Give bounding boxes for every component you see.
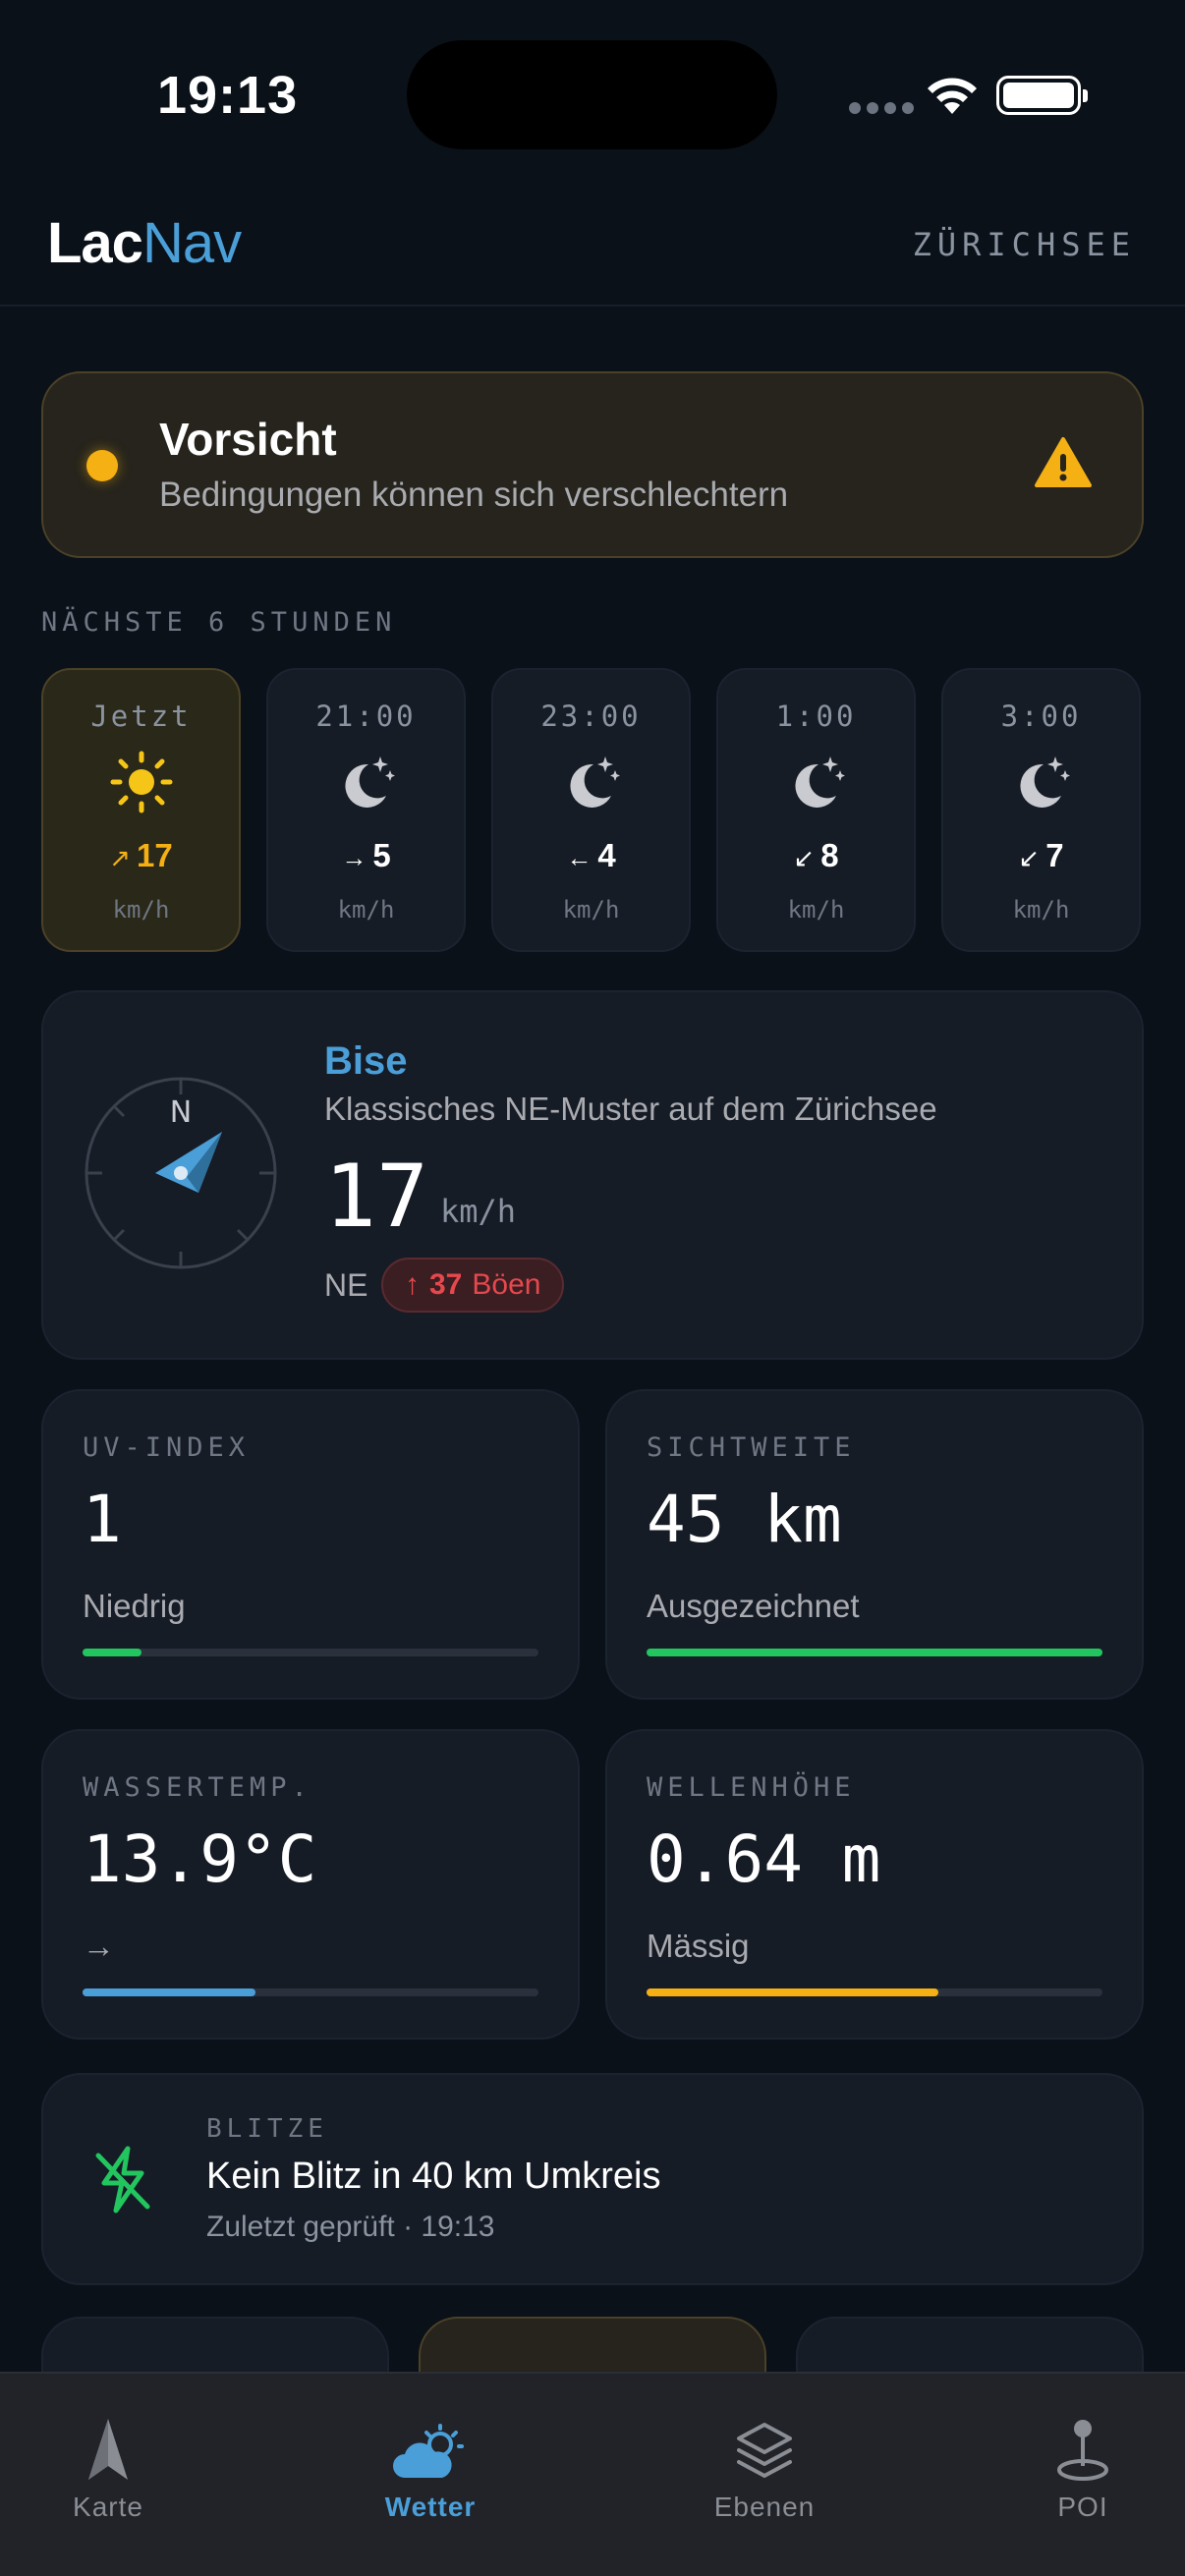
moon-stars-icon bbox=[1010, 751, 1073, 818]
forecast-hour-3[interactable]: 1:00 ↙ 8 km/h bbox=[716, 668, 916, 952]
forecast-wind-speed: → 5 bbox=[341, 837, 391, 873]
forecast-unit: km/h bbox=[112, 896, 170, 924]
wave-height-description: Mässig bbox=[647, 1928, 750, 1964]
app-logo: LacNav bbox=[47, 211, 242, 275]
forecast-hour-4[interactable]: 3:00 ↙ 7 km/h bbox=[941, 668, 1141, 952]
pin-icon bbox=[1057, 2420, 1108, 2481]
moon-stars-icon bbox=[785, 751, 848, 818]
uv-value: 1 bbox=[83, 1482, 122, 1557]
forecast-time: 3:00 bbox=[1000, 700, 1082, 733]
wind-name: Bise bbox=[324, 1039, 408, 1083]
dynamic-island bbox=[407, 40, 777, 149]
arrow-up-icon: ↑ bbox=[405, 1268, 420, 1301]
tab-bar: Karte Wetter Ebenen POI bbox=[0, 2372, 1185, 2576]
visibility-level-bar bbox=[647, 1649, 1102, 1656]
tab-wetter-label: Wetter bbox=[384, 2492, 477, 2522]
forecast-time: Jetzt bbox=[90, 700, 192, 733]
water-temp-level-bar bbox=[83, 1988, 538, 1996]
status-bar: 19:13 bbox=[0, 0, 1185, 187]
moon-stars-icon bbox=[335, 751, 398, 818]
compass-north-label: N bbox=[170, 1095, 192, 1130]
forecast-unit: km/h bbox=[1012, 896, 1070, 924]
cellular-signal-icon bbox=[849, 102, 914, 114]
lightning-subtitle: Zuletzt geprüft · 19:13 bbox=[206, 2211, 495, 2243]
status-time: 19:13 bbox=[157, 66, 299, 125]
compass-icon: N bbox=[85, 1077, 277, 1269]
forecast-section-label: NÄCHSTE 6 STUNDEN bbox=[41, 607, 397, 638]
lightning-off-icon bbox=[95, 2146, 150, 2213]
forecast-wind-speed: ← 4 bbox=[566, 837, 616, 873]
tab-wetter[interactable]: Wetter bbox=[332, 2403, 529, 2523]
uv-description: Niedrig bbox=[83, 1588, 186, 1624]
moon-stars-icon bbox=[560, 751, 623, 818]
lake-selector[interactable]: ZÜRICHSEE bbox=[913, 226, 1136, 263]
forecast-hour-2[interactable]: 23:00 ← 4 km/h bbox=[491, 668, 691, 952]
gust-value: 37 bbox=[429, 1268, 463, 1301]
forecast-time: 23:00 bbox=[540, 700, 642, 733]
visibility-value: 45 km bbox=[647, 1482, 842, 1557]
warning-icon bbox=[1035, 437, 1092, 487]
uv-label: UV-INDEX bbox=[83, 1432, 251, 1463]
tab-karte[interactable]: Karte bbox=[10, 2403, 206, 2523]
wind-description: Klassisches NE-Muster auf dem Zürichsee bbox=[324, 1091, 937, 1127]
navigation-arrow-icon bbox=[88, 2419, 128, 2480]
layers-icon bbox=[737, 2423, 792, 2478]
lightning-title: Kein Blitz in 40 km Umkreis bbox=[206, 2156, 661, 2197]
forecast-unit: km/h bbox=[337, 896, 395, 924]
forecast-unit: km/h bbox=[787, 896, 845, 924]
water-temp-trend-icon: → bbox=[83, 1928, 115, 1964]
forecast-hour-1[interactable]: 21:00 → 5 km/h bbox=[266, 668, 466, 952]
uv-level-bar bbox=[83, 1649, 538, 1656]
forecast-time: 21:00 bbox=[315, 700, 417, 733]
tab-karte-label: Karte bbox=[73, 2492, 143, 2522]
forecast-wind-speed: ↙ 7 bbox=[1018, 837, 1064, 873]
lightning-label: BLITZE bbox=[206, 2114, 328, 2144]
water-temp-label: WASSERTEMP. bbox=[83, 1772, 312, 1803]
forecast-wind-speed: ↗ 17 bbox=[109, 837, 173, 873]
tab-ebenen[interactable]: Ebenen bbox=[666, 2403, 863, 2523]
gust-label: Böen bbox=[472, 1268, 541, 1301]
wind-direction-arrow-icon: ← bbox=[566, 843, 592, 872]
wind-speed: 17 bbox=[324, 1146, 428, 1247]
wind-direction-arrow-icon: ↙ bbox=[793, 843, 816, 872]
forecast-hour-0[interactable]: Jetzt ↗ 17 km/h bbox=[41, 668, 241, 952]
tab-poi-label: POI bbox=[1057, 2492, 1108, 2522]
wave-height-level-bar bbox=[647, 1988, 1102, 1996]
wifi-icon bbox=[928, 78, 977, 114]
wind-direction-arrow-icon: → bbox=[341, 843, 367, 872]
weather-icon bbox=[393, 2424, 464, 2478]
visibility-description: Ausgezeichnet bbox=[647, 1588, 860, 1624]
wind-unit: km/h bbox=[440, 1193, 517, 1230]
battery-icon bbox=[996, 76, 1088, 115]
app-header: LacNav ZÜRICHSEE bbox=[0, 196, 1185, 307]
wave-height-value: 0.64 m bbox=[647, 1821, 881, 1897]
alert-subtitle: Bedingungen können sich verschlechtern bbox=[159, 476, 789, 514]
forecast-time: 1:00 bbox=[775, 700, 857, 733]
wind-direction-arrow-icon: ↗ bbox=[109, 843, 132, 872]
water-temp-value: 13.9°C bbox=[83, 1821, 317, 1897]
sun-icon bbox=[110, 751, 173, 818]
gust-badge: ↑ 37 Böen bbox=[381, 1258, 565, 1313]
alert-title: Vorsicht bbox=[159, 414, 337, 465]
wave-height-label: WELLENHÖHE bbox=[647, 1772, 856, 1803]
wind-direction: NE bbox=[324, 1267, 368, 1303]
tab-ebenen-label: Ebenen bbox=[713, 2492, 816, 2522]
visibility-label: SICHTWEITE bbox=[647, 1432, 856, 1463]
forecast-wind-speed: ↙ 8 bbox=[793, 837, 839, 873]
wind-direction-arrow-icon: ↙ bbox=[1018, 843, 1041, 872]
tab-poi[interactable]: POI bbox=[985, 2403, 1181, 2523]
forecast-unit: km/h bbox=[562, 896, 620, 924]
alert-status-dot bbox=[86, 450, 118, 481]
